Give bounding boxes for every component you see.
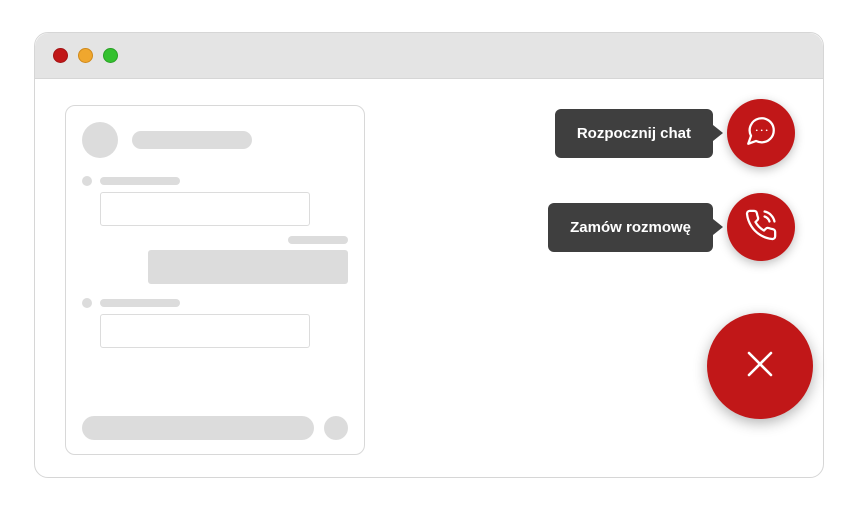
sender-name-placeholder [100,177,180,185]
window-titlebar [35,33,823,79]
message-group [82,298,348,348]
message-bubble-placeholder [148,250,348,284]
sender-dot-placeholder [82,298,92,308]
chat-header-skeleton [82,122,348,158]
avatar-placeholder [82,122,118,158]
chat-input-placeholder [82,416,314,440]
message-bubble-placeholder [100,314,310,348]
title-placeholder [132,131,252,149]
action-row-call: Zamów rozmowę [548,193,795,261]
chat-panel-skeleton [65,105,365,455]
message-group [82,176,348,226]
close-window-button[interactable] [53,48,68,63]
window-content: Rozpocznij chat Zamów rozmowę [35,79,823,477]
sender-dot-placeholder [82,176,92,186]
chat-input-row-skeleton [82,416,348,440]
tooltip-chat-label: Rozpocznij chat [577,125,691,142]
maximize-window-button[interactable] [103,48,118,63]
action-row-chat: Rozpocznij chat [555,99,795,167]
close-icon [738,342,782,391]
tooltip-call-label: Zamów rozmowę [570,219,691,236]
chat-bubble-icon [744,114,778,153]
tooltip-chat: Rozpocznij chat [555,109,713,158]
message-group [82,236,348,284]
floating-actions: Rozpocznij chat Zamów rozmowę [548,99,795,399]
message-bubble-placeholder [100,192,310,226]
phone-ring-icon [744,208,778,247]
sender-name-placeholder [100,299,180,307]
close-widget-button[interactable] [707,313,813,419]
request-call-button[interactable] [727,193,795,261]
send-button-placeholder [324,416,348,440]
browser-window: Rozpocznij chat Zamów rozmowę [34,32,824,478]
start-chat-button[interactable] [727,99,795,167]
minimize-window-button[interactable] [78,48,93,63]
timestamp-placeholder [288,236,348,244]
tooltip-call: Zamów rozmowę [548,203,713,252]
